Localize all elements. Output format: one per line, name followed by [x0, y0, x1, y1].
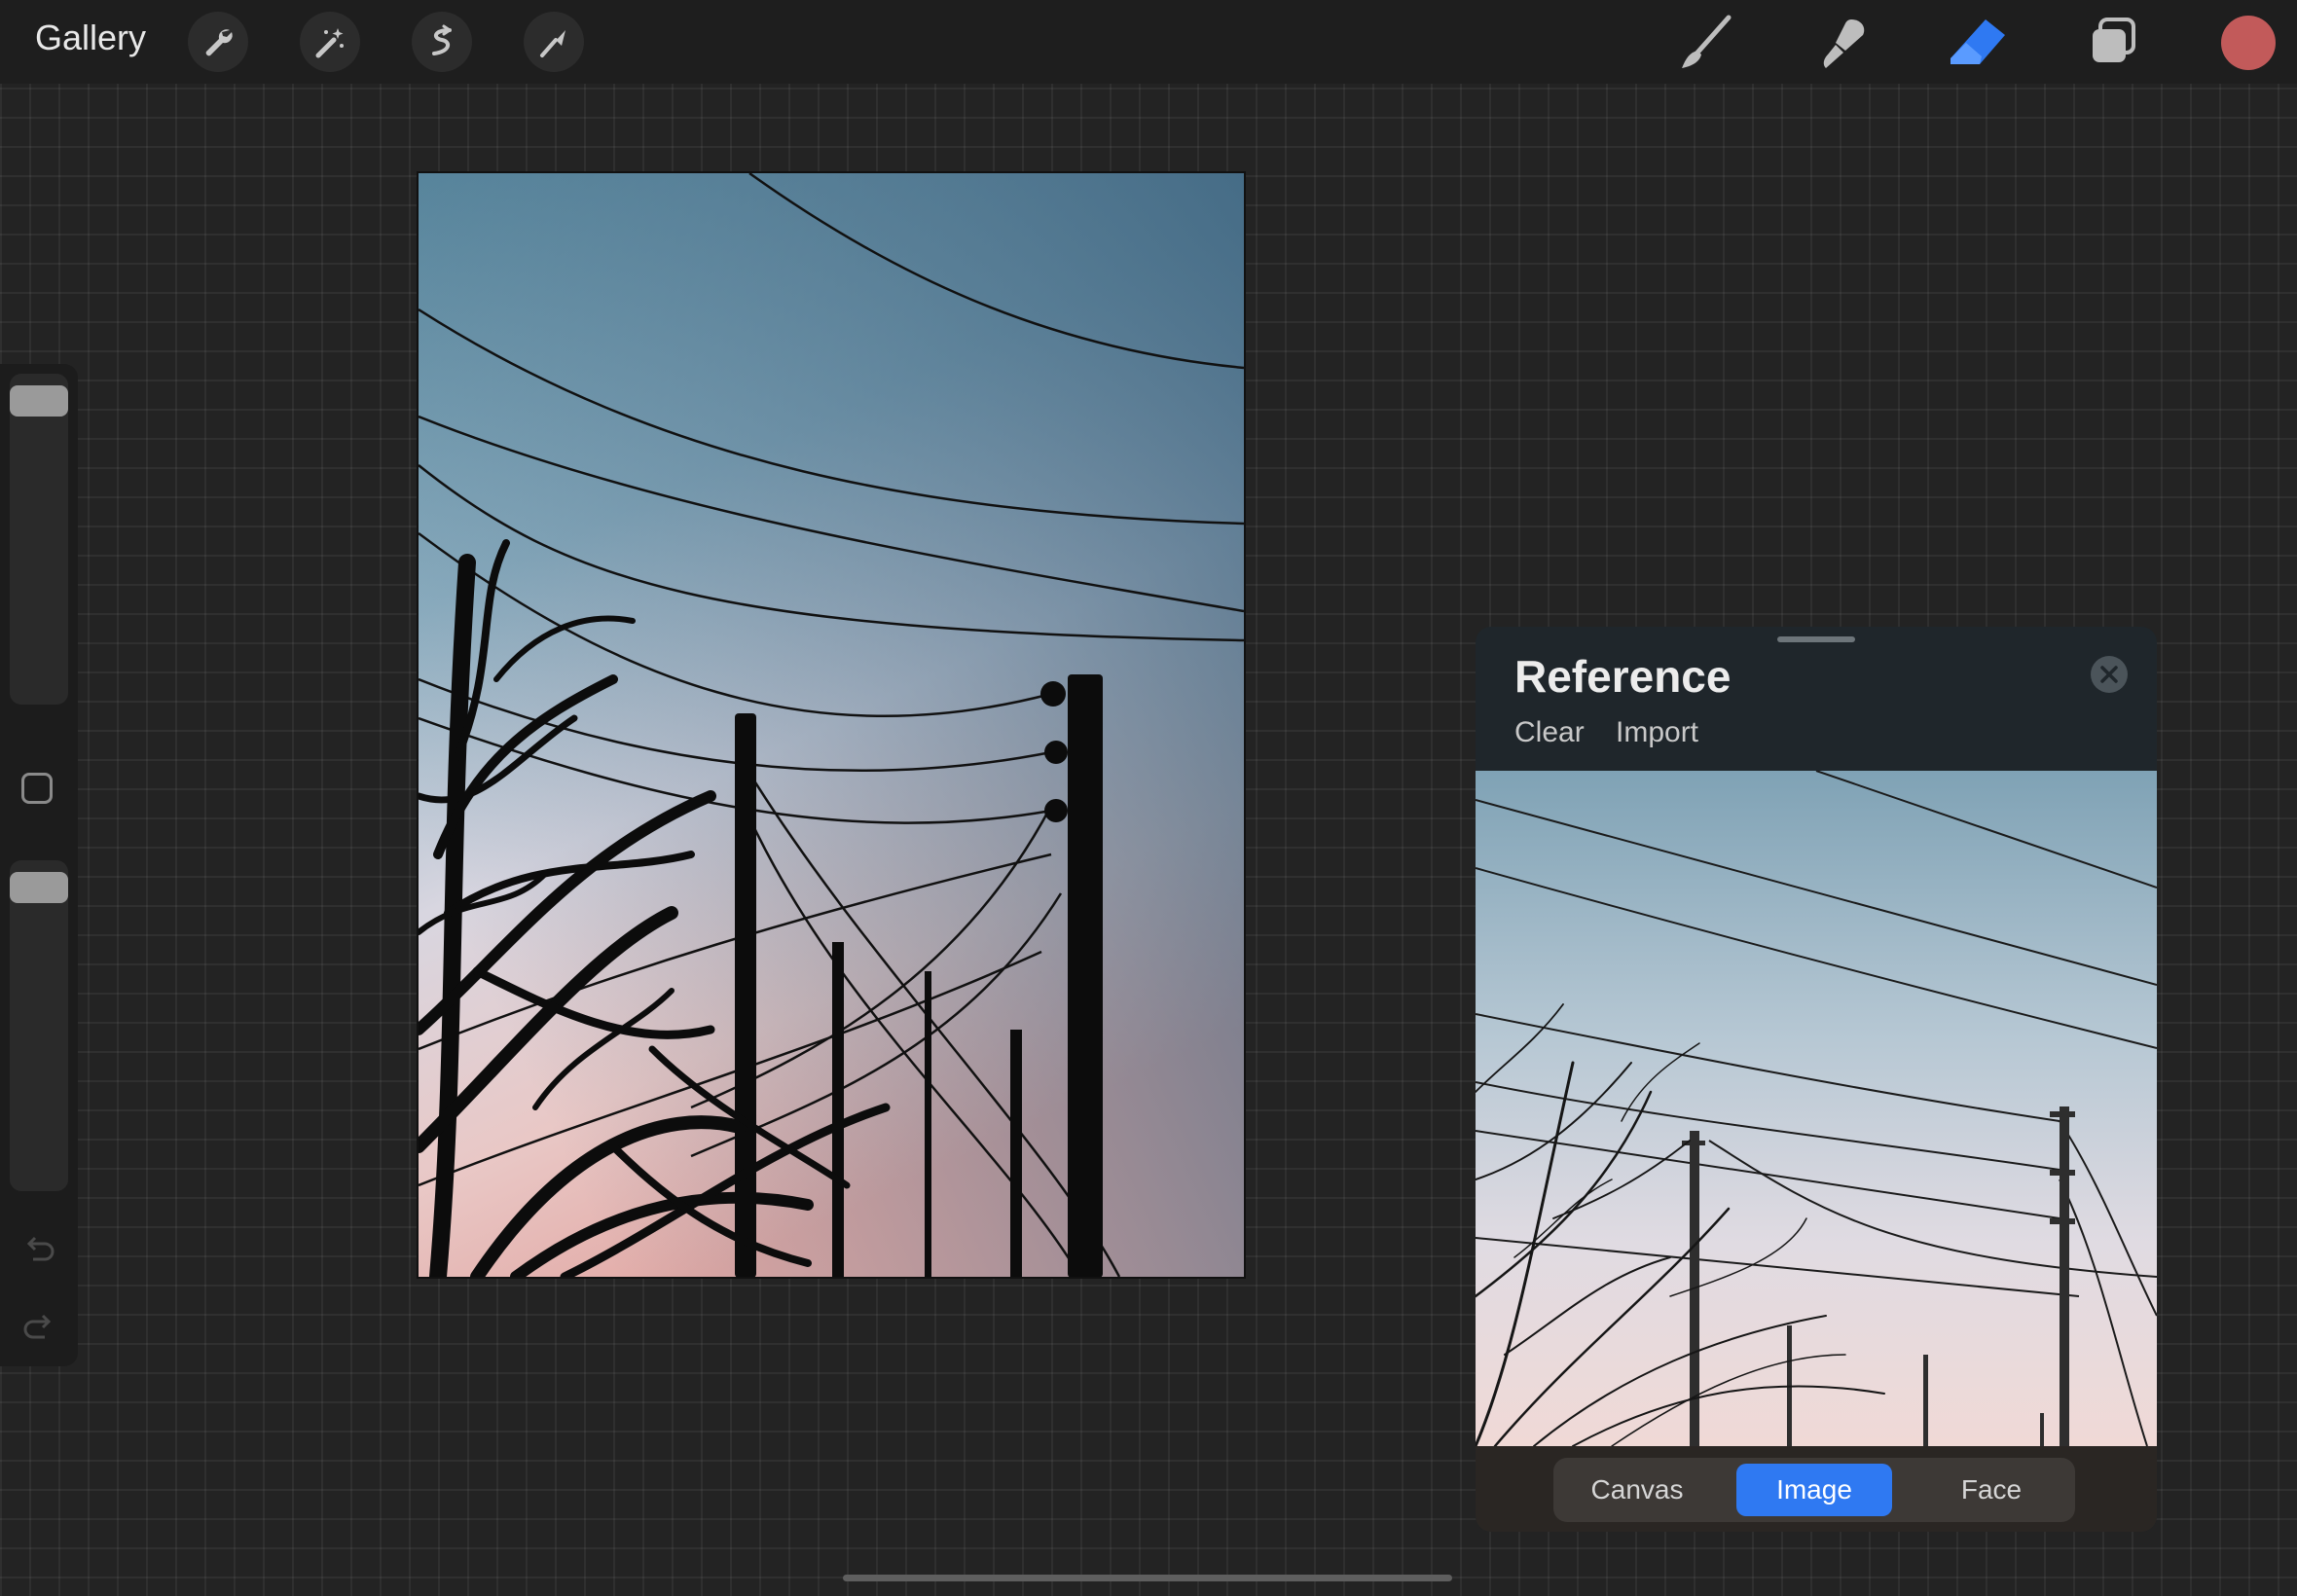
color-picker-button[interactable] — [2221, 16, 2276, 70]
eraser-tool-button[interactable] — [1947, 14, 2009, 77]
face-mode-button[interactable]: Face — [1914, 1464, 2069, 1516]
smudge-icon — [1823, 19, 1865, 68]
home-indicator — [843, 1575, 1452, 1581]
modifier-button[interactable] — [21, 773, 53, 804]
canvas-mode-button[interactable]: Canvas — [1559, 1464, 1715, 1516]
panel-drag-handle[interactable] — [1777, 636, 1855, 642]
brush-size-slider[interactable] — [10, 374, 68, 705]
wrench-icon — [205, 29, 233, 56]
transform-arrow-icon — [540, 30, 565, 57]
smudge-tool-button[interactable] — [1812, 14, 1871, 77]
undo-icon[interactable] — [19, 1230, 58, 1269]
left-sidebar — [0, 364, 78, 1366]
layers-icon — [2093, 18, 2135, 62]
opacity-thumb[interactable] — [10, 872, 68, 903]
opacity-slider[interactable] — [10, 860, 68, 1191]
magic-wand-icon — [315, 28, 344, 58]
drawing-canvas[interactable] — [417, 171, 1246, 1279]
redo-icon[interactable] — [19, 1308, 58, 1347]
brush-tool-button[interactable] — [1672, 14, 1734, 77]
brush-icon — [1682, 15, 1732, 68]
panel-title: Reference — [1514, 651, 1732, 702]
reference-photo — [1476, 771, 2157, 1446]
selection-button[interactable] — [412, 12, 472, 72]
import-button[interactable]: Import — [1616, 716, 1698, 749]
adjustments-button[interactable] — [300, 12, 360, 72]
artwork-illustration — [419, 173, 1244, 1277]
transform-button[interactable] — [524, 12, 584, 72]
image-mode-button[interactable]: Image — [1736, 1464, 1892, 1516]
gallery-button[interactable]: Gallery — [35, 18, 146, 58]
reference-mode-selector: Canvas Image Face — [1553, 1458, 2075, 1522]
reference-panel: Reference Clear Import Canvas Image Face — [1476, 627, 2157, 1532]
close-icon — [2100, 666, 2118, 683]
eraser-icon — [1951, 19, 2005, 64]
close-button[interactable] — [2091, 656, 2128, 693]
clear-button[interactable]: Clear — [1514, 716, 1585, 749]
actions-button[interactable] — [188, 12, 248, 72]
top-toolbar: Gallery — [0, 0, 2297, 84]
reference-mode-bar: Canvas Image Face — [1476, 1446, 2157, 1532]
reference-image — [1476, 771, 2157, 1446]
layers-button[interactable] — [2085, 14, 2143, 77]
brush-size-thumb[interactable] — [10, 385, 68, 417]
selection-icon — [432, 24, 452, 55]
